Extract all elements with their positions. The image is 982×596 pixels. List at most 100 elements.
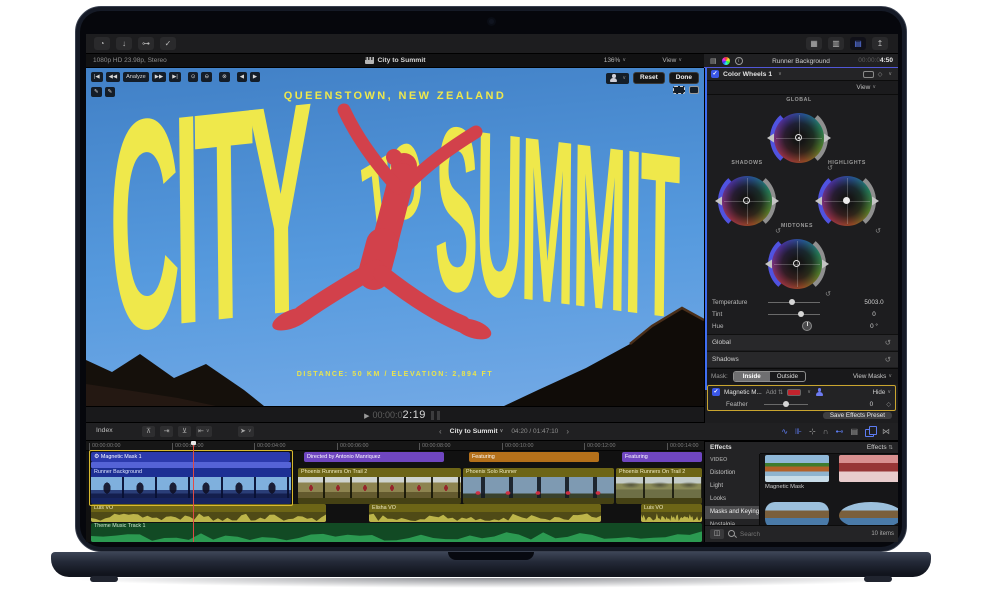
slider-thumb[interactable] xyxy=(783,401,789,407)
mask-hide-dropdown[interactable]: Hide∨ xyxy=(873,389,891,396)
effect-enabled-checkbox[interactable]: ✓ xyxy=(711,70,719,78)
title-clip[interactable]: Directed by Antonio Manriquez xyxy=(304,452,444,462)
compare-icon[interactable] xyxy=(863,71,874,78)
section-global[interactable]: Global ↺ xyxy=(705,334,898,350)
append-icon[interactable]: ⊻ xyxy=(178,426,191,437)
sidebar-toggle-icon[interactable]: ◫ xyxy=(710,529,724,539)
temperature-value[interactable]: 5003.0 xyxy=(857,299,891,306)
view-dropdown[interactable]: View∨ xyxy=(662,57,682,64)
connect-icon[interactable]: ⊼ xyxy=(142,426,155,437)
skip-back-button[interactable]: |◀ xyxy=(91,72,103,82)
hue-knob[interactable] xyxy=(802,321,812,331)
effect-item-scene-removal-mask[interactable]: Scene Removal Mask xyxy=(839,455,898,464)
feather-slider[interactable] xyxy=(764,404,808,405)
index-button[interactable]: Index xyxy=(96,427,113,434)
prev-mask-button[interactable]: ◀ xyxy=(237,72,247,82)
keyframe-icon[interactable]: ◇ xyxy=(878,71,883,78)
person-icon[interactable] xyxy=(815,388,824,396)
video-clip[interactable]: Phoenix Runners On Trail 2 xyxy=(298,468,461,504)
reset-button[interactable]: Reset xyxy=(633,72,665,84)
status-icon[interactable]: ◔ xyxy=(94,37,110,50)
mask-add-mode[interactable]: Add ⇅ xyxy=(766,389,783,396)
temperature-slider[interactable] xyxy=(768,302,820,303)
category-distortion[interactable]: Distortion xyxy=(705,467,759,480)
check-icon[interactable]: ✓ xyxy=(160,37,176,50)
view-masks-dropdown[interactable]: View Masks∨ xyxy=(853,373,892,380)
tint-slider[interactable] xyxy=(768,314,820,315)
draw-stroke-icon[interactable]: ✎ xyxy=(91,87,102,97)
reset-icon[interactable]: ↺ xyxy=(885,355,891,364)
browser-grid-icon[interactable]: ▦ xyxy=(806,37,822,50)
video-clip-runner-background[interactable]: Runner Background xyxy=(91,468,291,504)
timeline-ruler[interactable]: 00:00:00:00 00:00:02:00 00:00:04:00 00:0… xyxy=(86,441,704,451)
effects-panel-header[interactable]: Effects ⇅ xyxy=(760,442,898,454)
inside-button[interactable]: Inside xyxy=(734,372,770,381)
erase-stroke-icon[interactable]: ✎ xyxy=(105,87,116,97)
download-icon[interactable]: ↓ xyxy=(116,37,132,50)
timeline-icon[interactable]: ▤ xyxy=(850,37,866,50)
category-masks-and-keying[interactable]: Masks and Keying xyxy=(705,506,759,519)
audio-clip[interactable]: Luis VO xyxy=(91,504,326,522)
outside-button[interactable]: Outside xyxy=(770,372,805,381)
section-shadows[interactable]: Shadows ↺ xyxy=(705,351,898,367)
play-icon[interactable]: ▶ xyxy=(364,413,369,420)
mask-color-swatch[interactable] xyxy=(787,389,801,396)
previous-project-button[interactable]: ‹ xyxy=(439,427,442,436)
done-button[interactable]: Done xyxy=(669,72,699,84)
audio-skimming-icon[interactable]: ⊹ xyxy=(809,426,816,437)
person-select-button[interactable]: ∨ xyxy=(606,73,629,84)
mask-target-icon[interactable]: ⊗ xyxy=(219,72,230,82)
share-icon[interactable]: ↥ xyxy=(872,37,888,50)
mask-subtract-icon[interactable]: ⊙ xyxy=(188,72,199,82)
arrow-tool-dropdown[interactable]: ➤∨ xyxy=(238,426,254,437)
wheel-puck[interactable] xyxy=(843,197,850,204)
slider-thumb[interactable] xyxy=(798,311,804,317)
wheel-puck[interactable] xyxy=(743,197,750,204)
search-input[interactable] xyxy=(740,531,867,538)
effects-browser-icon[interactable] xyxy=(865,426,875,436)
mask-enabled-checkbox[interactable]: ✓ xyxy=(712,388,720,396)
category-looks[interactable]: Looks xyxy=(705,493,759,506)
skimming-icon[interactable]: ∿ xyxy=(781,426,788,437)
overwrite-icon[interactable]: ⇤∨ xyxy=(196,426,212,437)
filmstrip-icon[interactable]: ▥ xyxy=(828,37,844,50)
frame-back-button[interactable]: ◀◀ xyxy=(106,72,120,82)
audio-clip[interactable]: Elisha VO xyxy=(369,504,601,522)
audio-meter[interactable] xyxy=(431,411,434,420)
title-clip[interactable]: Featuring xyxy=(469,452,599,462)
keyframe-icon[interactable]: ◇ xyxy=(886,401,891,408)
overlay-icon[interactable] xyxy=(689,86,699,94)
reset-icon[interactable]: ↺ xyxy=(885,338,891,347)
effect-thumbnail[interactable] xyxy=(765,455,829,482)
clip-skimming-icon[interactable]: ⊪ xyxy=(795,426,802,437)
category-light[interactable]: Light xyxy=(705,480,759,493)
title-clip[interactable]: Featuring xyxy=(622,452,702,462)
playhead[interactable] xyxy=(193,441,194,542)
marquee-icon[interactable] xyxy=(673,86,685,94)
wheel-puck[interactable] xyxy=(793,260,800,267)
wheel-reset-icon[interactable]: ↺ xyxy=(875,227,881,235)
video-clip[interactable]: Phoenix Runners On Trail 2 xyxy=(616,468,702,504)
insert-icon[interactable]: ⇥ xyxy=(160,426,173,437)
next-mask-button[interactable]: ▶ xyxy=(250,72,260,82)
audio-clip[interactable]: Luis VO xyxy=(641,504,702,522)
wheel-puck[interactable] xyxy=(795,134,802,141)
key-icon[interactable]: ⊶ xyxy=(138,37,154,50)
video-clip[interactable]: Phoenix Solo Runner xyxy=(463,468,614,504)
skip-forward-button[interactable]: ▶| xyxy=(169,72,181,82)
mask-add-icon[interactable]: ⊖ xyxy=(201,72,212,82)
audio-meter[interactable] xyxy=(437,411,440,420)
snapping-icon[interactable]: ⊷ xyxy=(835,426,843,437)
hue-value[interactable]: 0 ° xyxy=(857,323,891,330)
frame-forward-button[interactable]: ▶▶ xyxy=(152,72,166,82)
effect-item-magnetic-mask[interactable]: Magnetic Mask xyxy=(765,455,829,491)
index-film-icon[interactable]: ▤ xyxy=(850,426,858,437)
view-dropdown[interactable]: View∨ xyxy=(856,84,876,91)
zoom-level-dropdown[interactable]: 136%∨ xyxy=(604,57,626,64)
save-effects-preset-button[interactable]: Save Effects Preset xyxy=(823,412,892,419)
music-clip[interactable]: Theme Music Track 1 xyxy=(91,523,702,542)
timeline-project-name[interactable]: City to Summit∨ xyxy=(450,428,504,435)
analyze-button[interactable]: Analyze xyxy=(123,72,149,82)
solo-icon[interactable]: ∩ xyxy=(823,426,829,437)
magnetic-mask-row[interactable]: ✓ Magnetic M... Add ⇅ ∨ Hide∨ xyxy=(708,386,895,398)
